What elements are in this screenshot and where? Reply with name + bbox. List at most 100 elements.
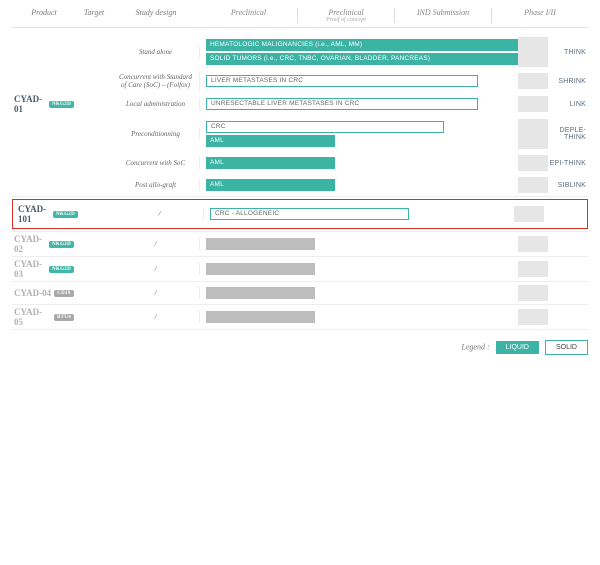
bar-track: UNRESECTABLE LIVER METASTASES IN CRC [200,93,548,115]
pipeline-row: Concurrent with SoC AML EPI-THINK [12,152,588,174]
bar-track [200,306,548,328]
legend-label: Legend : [461,342,489,351]
phase-label: Phase I/II [494,8,586,17]
product-cell [12,183,76,187]
product-cell [12,161,76,165]
pipeline-row: Concurrent with Standard of Care (SoC) –… [12,70,588,92]
pipeline-row: CYAD-04CD19 / [12,282,588,304]
bar-track [200,233,548,255]
progress-bar: UNRESECTABLE LIVER METASTASES IN CRC [206,98,478,110]
study-design-cell: Stand alone [112,46,200,58]
bar-track: AML [200,174,548,196]
bar-endcap [518,155,548,171]
bar-endcap [518,236,548,252]
progress-bar [206,311,315,323]
header-product: Product [12,8,76,17]
bar-endcap [518,177,548,193]
trial-name: THINK [548,49,588,56]
progress-bar: CRC [206,121,444,133]
product-cell [12,79,76,83]
trial-name: LINK [548,101,588,108]
progress-bar: HEMATOLOGIC MALIGNANCIES (i.e., AML, MM) [206,39,532,51]
phase-headers: Preclinical Preclinical Proof of concept… [200,8,588,23]
product-cell: CYAD-04CD19 [12,286,76,300]
trial-name: DEPLE-THINK [548,127,588,141]
product-cell: CYAD-02NKG2D [12,232,76,256]
column-headers: Product Target Study design Preclinical … [12,8,588,28]
highlighted-product: CYAD-101NKG2D / CRC - ALLOGENEIC [12,199,588,229]
product-cell [12,132,76,136]
bar-endcap [514,206,544,222]
product-cell: CYAD-05BTU4 [12,305,76,329]
progress-bar: SOLID TUMORS (i.e., CRC, TNBC, OVARIAN, … [206,53,532,65]
legend: Legend : LIQUID SOLID [12,340,588,355]
target-badge: BTU4 [54,314,74,321]
legend-liquid: LIQUID [496,341,539,354]
product-cell: CYAD-03NKG2D [12,257,76,281]
bar-track [200,258,548,280]
bar-track: AML [200,152,548,174]
target-badge: CD19 [54,290,73,297]
phase-preclinical-poc: Preclinical Proof of concept [297,8,394,23]
progress-bar: AML [206,179,335,191]
progress-bar [206,263,315,275]
study-design-cell: / [112,311,200,323]
phase-ind: IND Submission [394,8,491,23]
header-study-design: Study design [112,8,200,17]
phase-label: Preclinical [300,8,392,17]
study-design-cell: / [116,208,204,220]
phase-label: IND Submission [397,8,489,17]
study-design-cell: Preconditionning [112,128,200,140]
phase-label: Preclinical [202,8,295,17]
study-design-cell: Concurrent with Standard of Care (SoC) –… [112,71,200,91]
study-design-cell: / [112,238,200,250]
pipeline-row: Post allo-graftAMLSIBLINK [12,174,588,196]
product-name: CYAD-101 [18,204,50,224]
product-cell: CYAD-101NKG2D [16,202,80,226]
phase-preclinical: Preclinical [200,8,297,23]
product-name: CYAD-02 [14,234,46,254]
pipeline-row: Stand aloneHEMATOLOGIC MALIGNANCIES (i.e… [12,34,588,70]
bar-endcap [518,96,548,112]
study-design-cell: Concurrent with SoC [112,157,200,169]
bar-endcap [518,309,548,325]
bar-endcap [518,285,548,301]
progress-bar: CRC - ALLOGENEIC [210,208,409,220]
product-name: CYAD-04 [14,288,51,298]
bar-endcap [518,37,548,67]
study-design-cell: / [112,263,200,275]
pipeline-row: CYAD-03NKG2D / [12,257,588,281]
pipeline-row: CYAD-02NKG2D / [12,232,588,256]
trial-name: SHRINK [548,78,588,85]
product-name: CYAD-01 [14,94,46,114]
progress-bar [206,238,315,250]
target-badge: NKG2D [49,101,74,108]
progress-bar [206,287,315,299]
pipeline-row: Preconditionning CRC AML DEPLE-THINK [12,116,588,152]
header-target: Target [76,8,112,17]
bar-track [200,282,548,304]
product-name: CYAD-05 [14,307,51,327]
pipeline-table: Stand aloneHEMATOLOGIC MALIGNANCIES (i.e… [12,34,588,330]
pipeline-row: CYAD-101NKG2D / CRC - ALLOGENEIC [16,202,584,226]
phase-1-2: Phase I/II [491,8,588,23]
progress-bar: LIVER METASTASES IN CRC [206,75,478,87]
bar-endcap [518,119,548,149]
study-design-cell: Local administration [112,98,200,110]
study-design-cell: / [112,287,200,299]
bar-endcap [518,73,548,89]
product-cell: CYAD-01NKG2D [12,92,76,116]
legend-solid: SOLID [545,340,588,355]
pipeline-row: CYAD-01NKG2D Local administration UNRESECT… [12,92,588,116]
progress-bar: AML [206,135,335,147]
phase-sublabel: Proof of concept [300,17,392,23]
progress-bar: AML [206,157,335,169]
product-name: CYAD-03 [14,259,46,279]
bar-track: HEMATOLOGIC MALIGNANCIES (i.e., AML, MM)… [200,34,548,70]
target-badge: NKG2D [49,241,74,248]
target-badge: NKG2D [53,211,78,218]
product-cell [12,50,76,54]
bar-track: LIVER METASTASES IN CRC [200,70,548,92]
trial-name: EPI-THINK [548,160,588,167]
target-badge: NKG2D [49,266,74,273]
